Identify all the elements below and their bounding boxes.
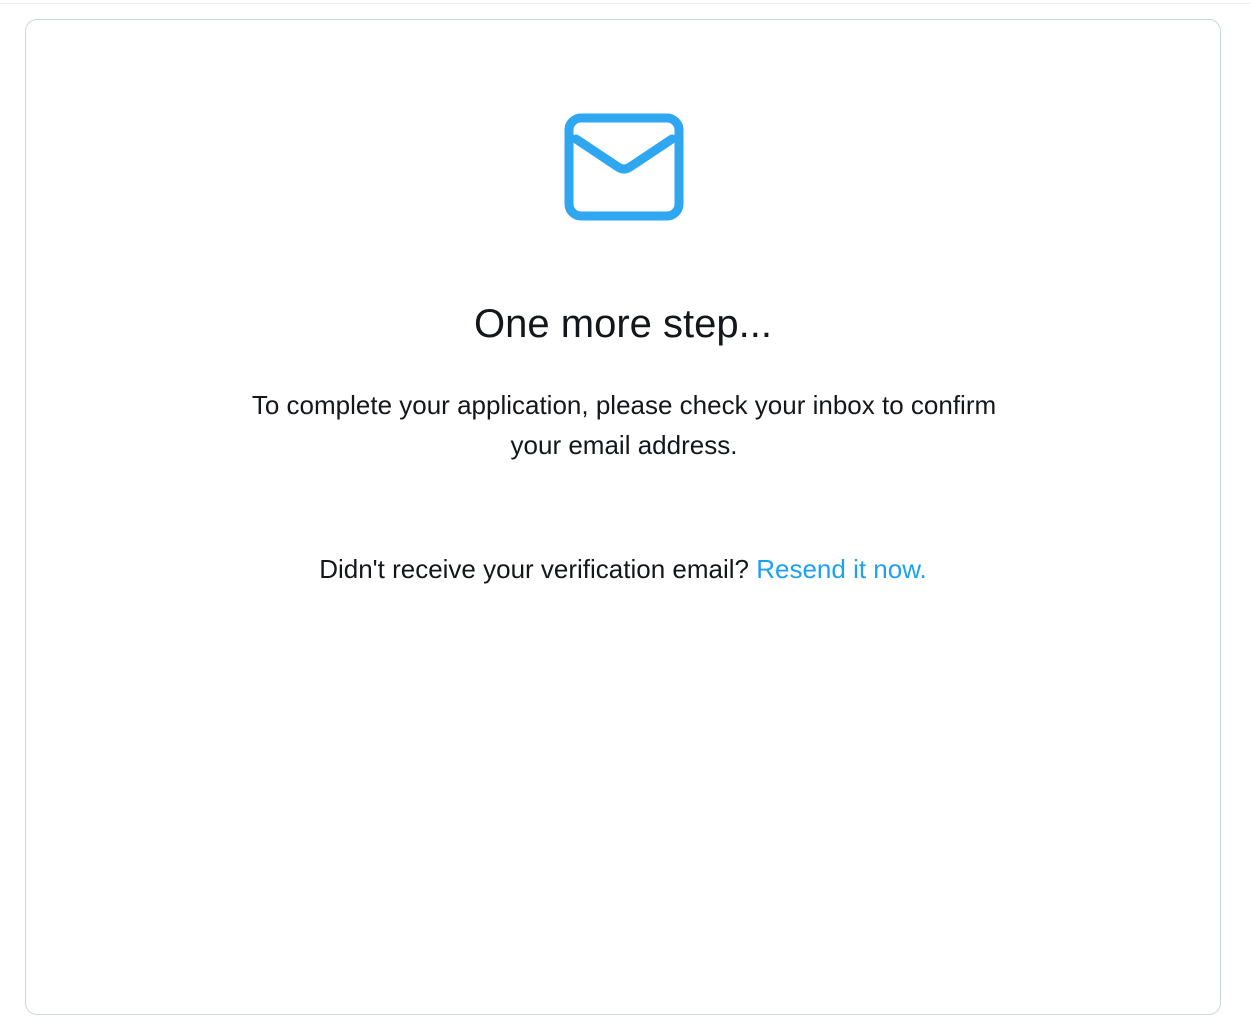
confirmation-message: To complete your application, please che… xyxy=(251,390,997,460)
resend-prompt: Didn't receive your verification email? xyxy=(319,554,749,584)
page-title: One more step... xyxy=(474,302,772,346)
resend-link[interactable]: Resend it now. xyxy=(756,554,927,584)
resend-section: Didn't receive your verification email? … xyxy=(26,549,1220,589)
verification-card: One more step... To complete your applic… xyxy=(25,19,1221,1015)
top-divider xyxy=(0,0,1250,4)
mail-icon xyxy=(564,113,684,221)
